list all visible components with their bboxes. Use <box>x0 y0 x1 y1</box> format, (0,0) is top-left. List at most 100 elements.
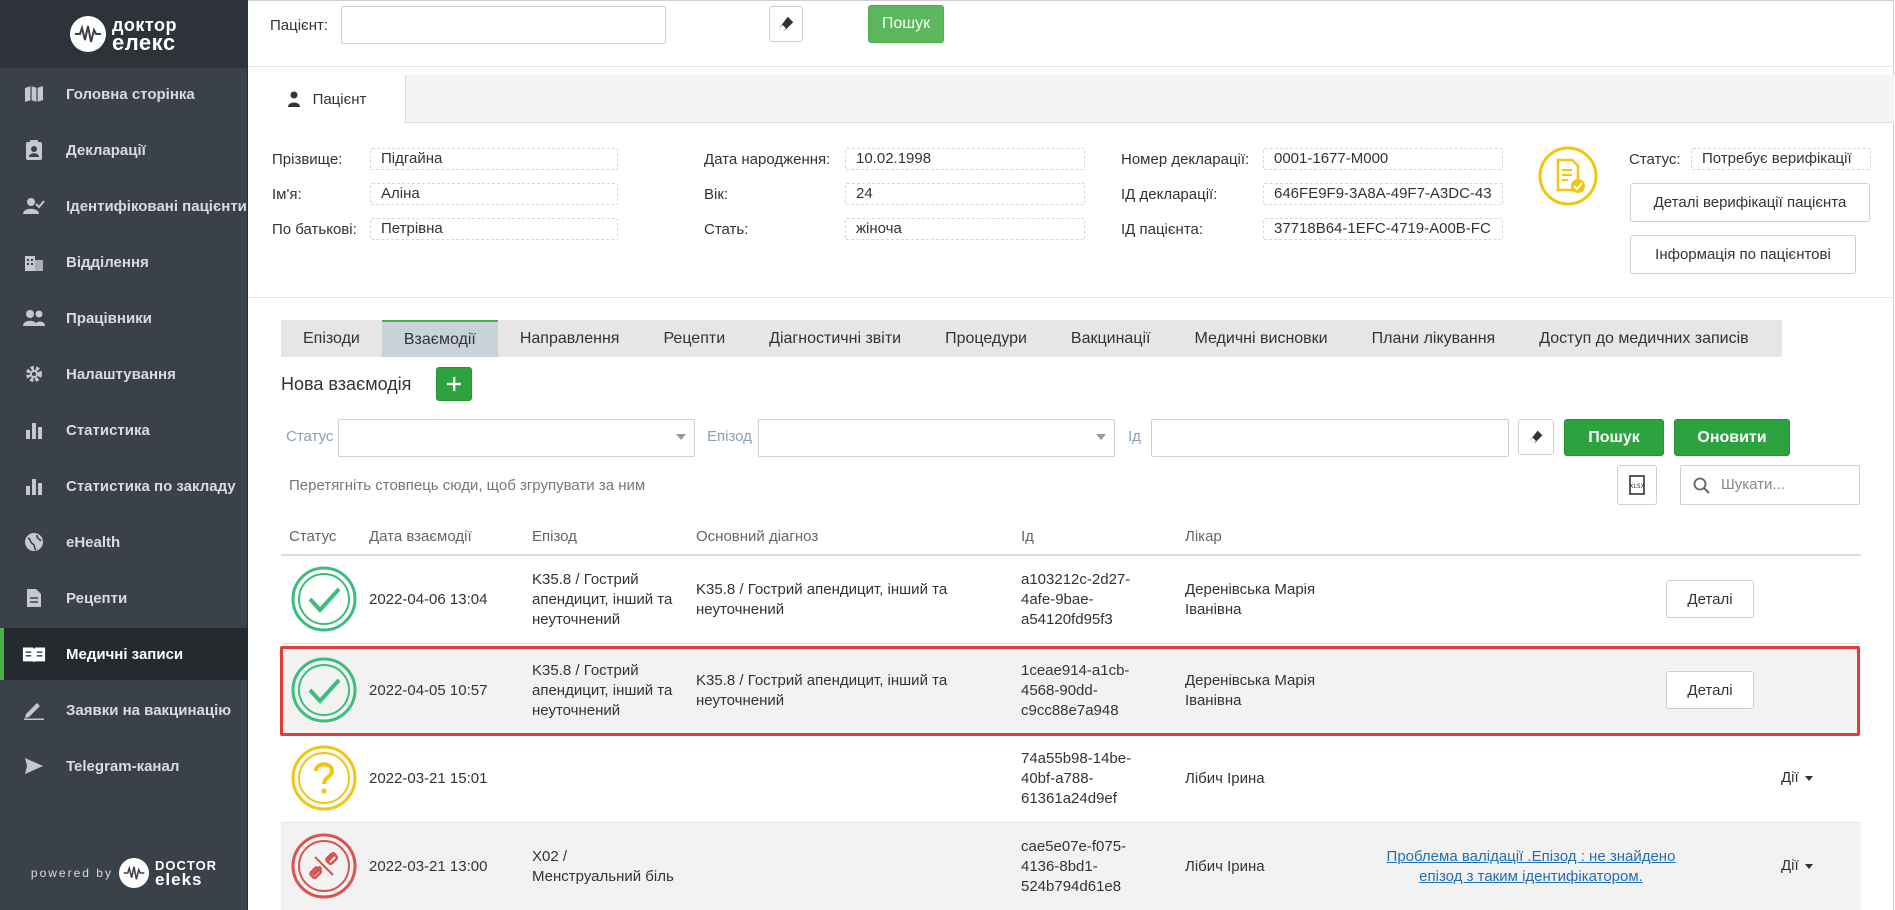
sex-value: жіноча <box>845 218 1085 240</box>
record-tab[interactable]: Діагностичні звіти <box>747 320 923 357</box>
column-header[interactable]: Епізод <box>532 528 577 545</box>
column-header[interactable]: Лікар <box>1185 528 1222 545</box>
sidebar-item[interactable]: Ідентифіковані пацієнти <box>0 180 248 232</box>
sidebar-item[interactable]: Налаштування <box>0 348 248 400</box>
doctor-cell-line: Деренівська Марія <box>1185 581 1316 598</box>
column-header[interactable]: Основний діагноз <box>696 528 818 545</box>
sidebar-item-label: Ідентифіковані пацієнти <box>66 197 247 215</box>
sidebar-item-label: Telegram-канал <box>66 757 180 775</box>
logo[interactable]: доктор елекс <box>0 0 247 68</box>
sidebar-item[interactable]: Відділення <box>0 236 248 288</box>
patient-search-button[interactable]: Пошук <box>868 5 944 43</box>
details-button[interactable]: Деталі <box>1666 580 1754 618</box>
search-icon <box>1693 477 1710 494</box>
footer-brand-line2: eleks <box>154 870 203 889</box>
filter-status-select[interactable] <box>338 419 695 457</box>
record-tab[interactable]: Направлення <box>498 320 642 357</box>
sidebar-item-label: Головна сторінка <box>66 85 195 103</box>
record-tab[interactable]: Медичні висновки <box>1173 320 1350 357</box>
send-icon <box>22 754 46 778</box>
verification-details-button[interactable]: Деталі верифікації пацієнта <box>1630 183 1870 222</box>
record-tab[interactable]: Рецепти <box>641 320 747 357</box>
interaction-date: 2022-03-21 15:01 <box>369 770 488 787</box>
doctor-cell: Лібич Ірина <box>1185 769 1405 789</box>
person-check-icon <box>22 194 46 218</box>
actions-dropdown[interactable]: Дії <box>1781 769 1813 786</box>
grid-search-box[interactable]: Шукати... <box>1680 465 1860 505</box>
sidebar-item[interactable]: Рецепти <box>0 572 248 624</box>
record-tab[interactable]: Епізоди <box>281 320 382 357</box>
name-label: Ім'я: <box>272 186 302 203</box>
patient-info-button[interactable]: Інформація по пацієнтові <box>1630 235 1856 274</box>
patient-search-input[interactable] <box>341 6 666 44</box>
status-pending-icon <box>291 745 357 811</box>
refresh-button[interactable]: Оновити <box>1674 419 1790 456</box>
add-interaction-button[interactable] <box>436 367 472 401</box>
bar-chart-icon <box>22 418 46 442</box>
sidebar-item[interactable]: Декларації <box>0 124 248 176</box>
sidebar-item[interactable]: Медичні записи <box>0 628 248 680</box>
sidebar-item[interactable]: Працівники <box>0 292 248 344</box>
episode-cell-line: неуточнений <box>532 611 621 628</box>
building-icon <box>22 250 46 274</box>
filter-id-label: Ід <box>1128 428 1141 445</box>
patronymic-label: По батькові: <box>272 221 357 238</box>
footer-logo-icon <box>118 858 149 888</box>
episode-cell-line: Менструальний біль <box>532 868 674 885</box>
validation-error-link[interactable]: Проблема валідації .Епізод : не знайдено… <box>1361 847 1701 887</box>
patronymic-value: Петрівна <box>370 218 618 240</box>
people-icon <box>22 306 46 330</box>
surname-value: Підгайна <box>370 148 618 170</box>
table-row[interactable]: 2022-04-05 10:57 K35.8 / Гострий апендицит… <box>281 647 1861 735</box>
record-tab[interactable]: Плани лікування <box>1350 320 1518 357</box>
grid-search-placeholder: Шукати... <box>1721 476 1785 493</box>
record-tab[interactable]: Взаємодії <box>381 320 498 357</box>
id-cell: 74a55b98-14be- 40bf-a788- 61361a24d9ef <box>1021 749 1171 809</box>
plus-icon <box>447 377 461 391</box>
clear-filters-button[interactable] <box>1518 419 1554 455</box>
status-value: Потребує верифікації <box>1691 148 1871 170</box>
actions-dropdown[interactable]: Дії <box>1781 857 1813 874</box>
divider <box>248 297 1894 298</box>
table-row[interactable]: 2022-04-06 13:04 K35.8 / Гострий апендицит… <box>281 556 1861 644</box>
interaction-date: 2022-04-06 13:04 <box>369 591 488 608</box>
sidebar-item[interactable]: Головна сторінка <box>0 68 248 120</box>
sidebar-item[interactable]: eHealth <box>0 516 248 568</box>
sidebar-item[interactable]: Статистика <box>0 404 248 456</box>
column-header[interactable]: Статус <box>289 528 336 545</box>
table-row[interactable]: 2022-03-21 13:00 X02 / Менструальний біль c… <box>281 823 1861 910</box>
episode-cell-line: K35.8 / Гострий <box>532 662 639 679</box>
filter-search-button[interactable]: Пошук <box>1564 419 1664 456</box>
verification-document-icon <box>1538 146 1598 206</box>
svg-text:XLSX: XLSX <box>1629 483 1644 490</box>
episode-cell: X02 / Менструальний біль <box>532 847 692 887</box>
sidebar-item-label: Працівники <box>66 309 152 327</box>
sidebar-item[interactable]: Telegram-канал <box>0 740 248 792</box>
table-row[interactable]: 2022-03-21 15:01 74a55b98-14be- 40bf-a788-… <box>281 735 1861 823</box>
sidebar-item[interactable]: Заявки на вакцинацію <box>0 684 248 736</box>
tab-patient[interactable]: Пацієнт <box>248 75 406 123</box>
column-header[interactable]: Ід <box>1021 528 1034 545</box>
logo-line2: елекс <box>112 30 176 55</box>
record-tab[interactable]: Доступ до медичних записів <box>1517 320 1770 357</box>
details-button[interactable]: Деталі <box>1666 671 1754 709</box>
record-tabs: Епізоди Взаємодії Направлення Рецепти Діагно… <box>281 320 1782 357</box>
excel-export-icon: XLSX <box>1629 475 1645 495</box>
episode-cell: K35.8 / Гострий апендицит, інший та неуточ… <box>532 570 692 630</box>
id-cell: cae5e07e-f075- 4136-8bd1- 524b794d61e8 <box>1021 837 1171 897</box>
export-excel-button[interactable]: XLSX <box>1617 465 1657 505</box>
filter-status-label: Статус <box>286 428 334 445</box>
sidebar-item[interactable]: Статистика по закладу <box>0 460 248 512</box>
filter-episode-select[interactable] <box>758 419 1115 457</box>
record-tab[interactable]: Вакцинації <box>1049 320 1173 357</box>
id-cell-line: 74a55b98-14be- <box>1021 750 1132 767</box>
name-value: Аліна <box>370 183 618 205</box>
column-header[interactable]: Дата взаємодії <box>369 528 472 545</box>
decl-id-value: 646FE9F9-3A8A-49F7-A3DC-43 <box>1263 183 1503 205</box>
id-cell-line: 524b794d61e8 <box>1021 878 1122 895</box>
age-value: 24 <box>845 183 1085 205</box>
clear-search-button[interactable] <box>769 6 803 42</box>
filter-id-input[interactable] <box>1151 419 1509 457</box>
record-tab[interactable]: Процедури <box>923 320 1049 357</box>
tab-patient-label: Пацієнт <box>312 90 367 108</box>
